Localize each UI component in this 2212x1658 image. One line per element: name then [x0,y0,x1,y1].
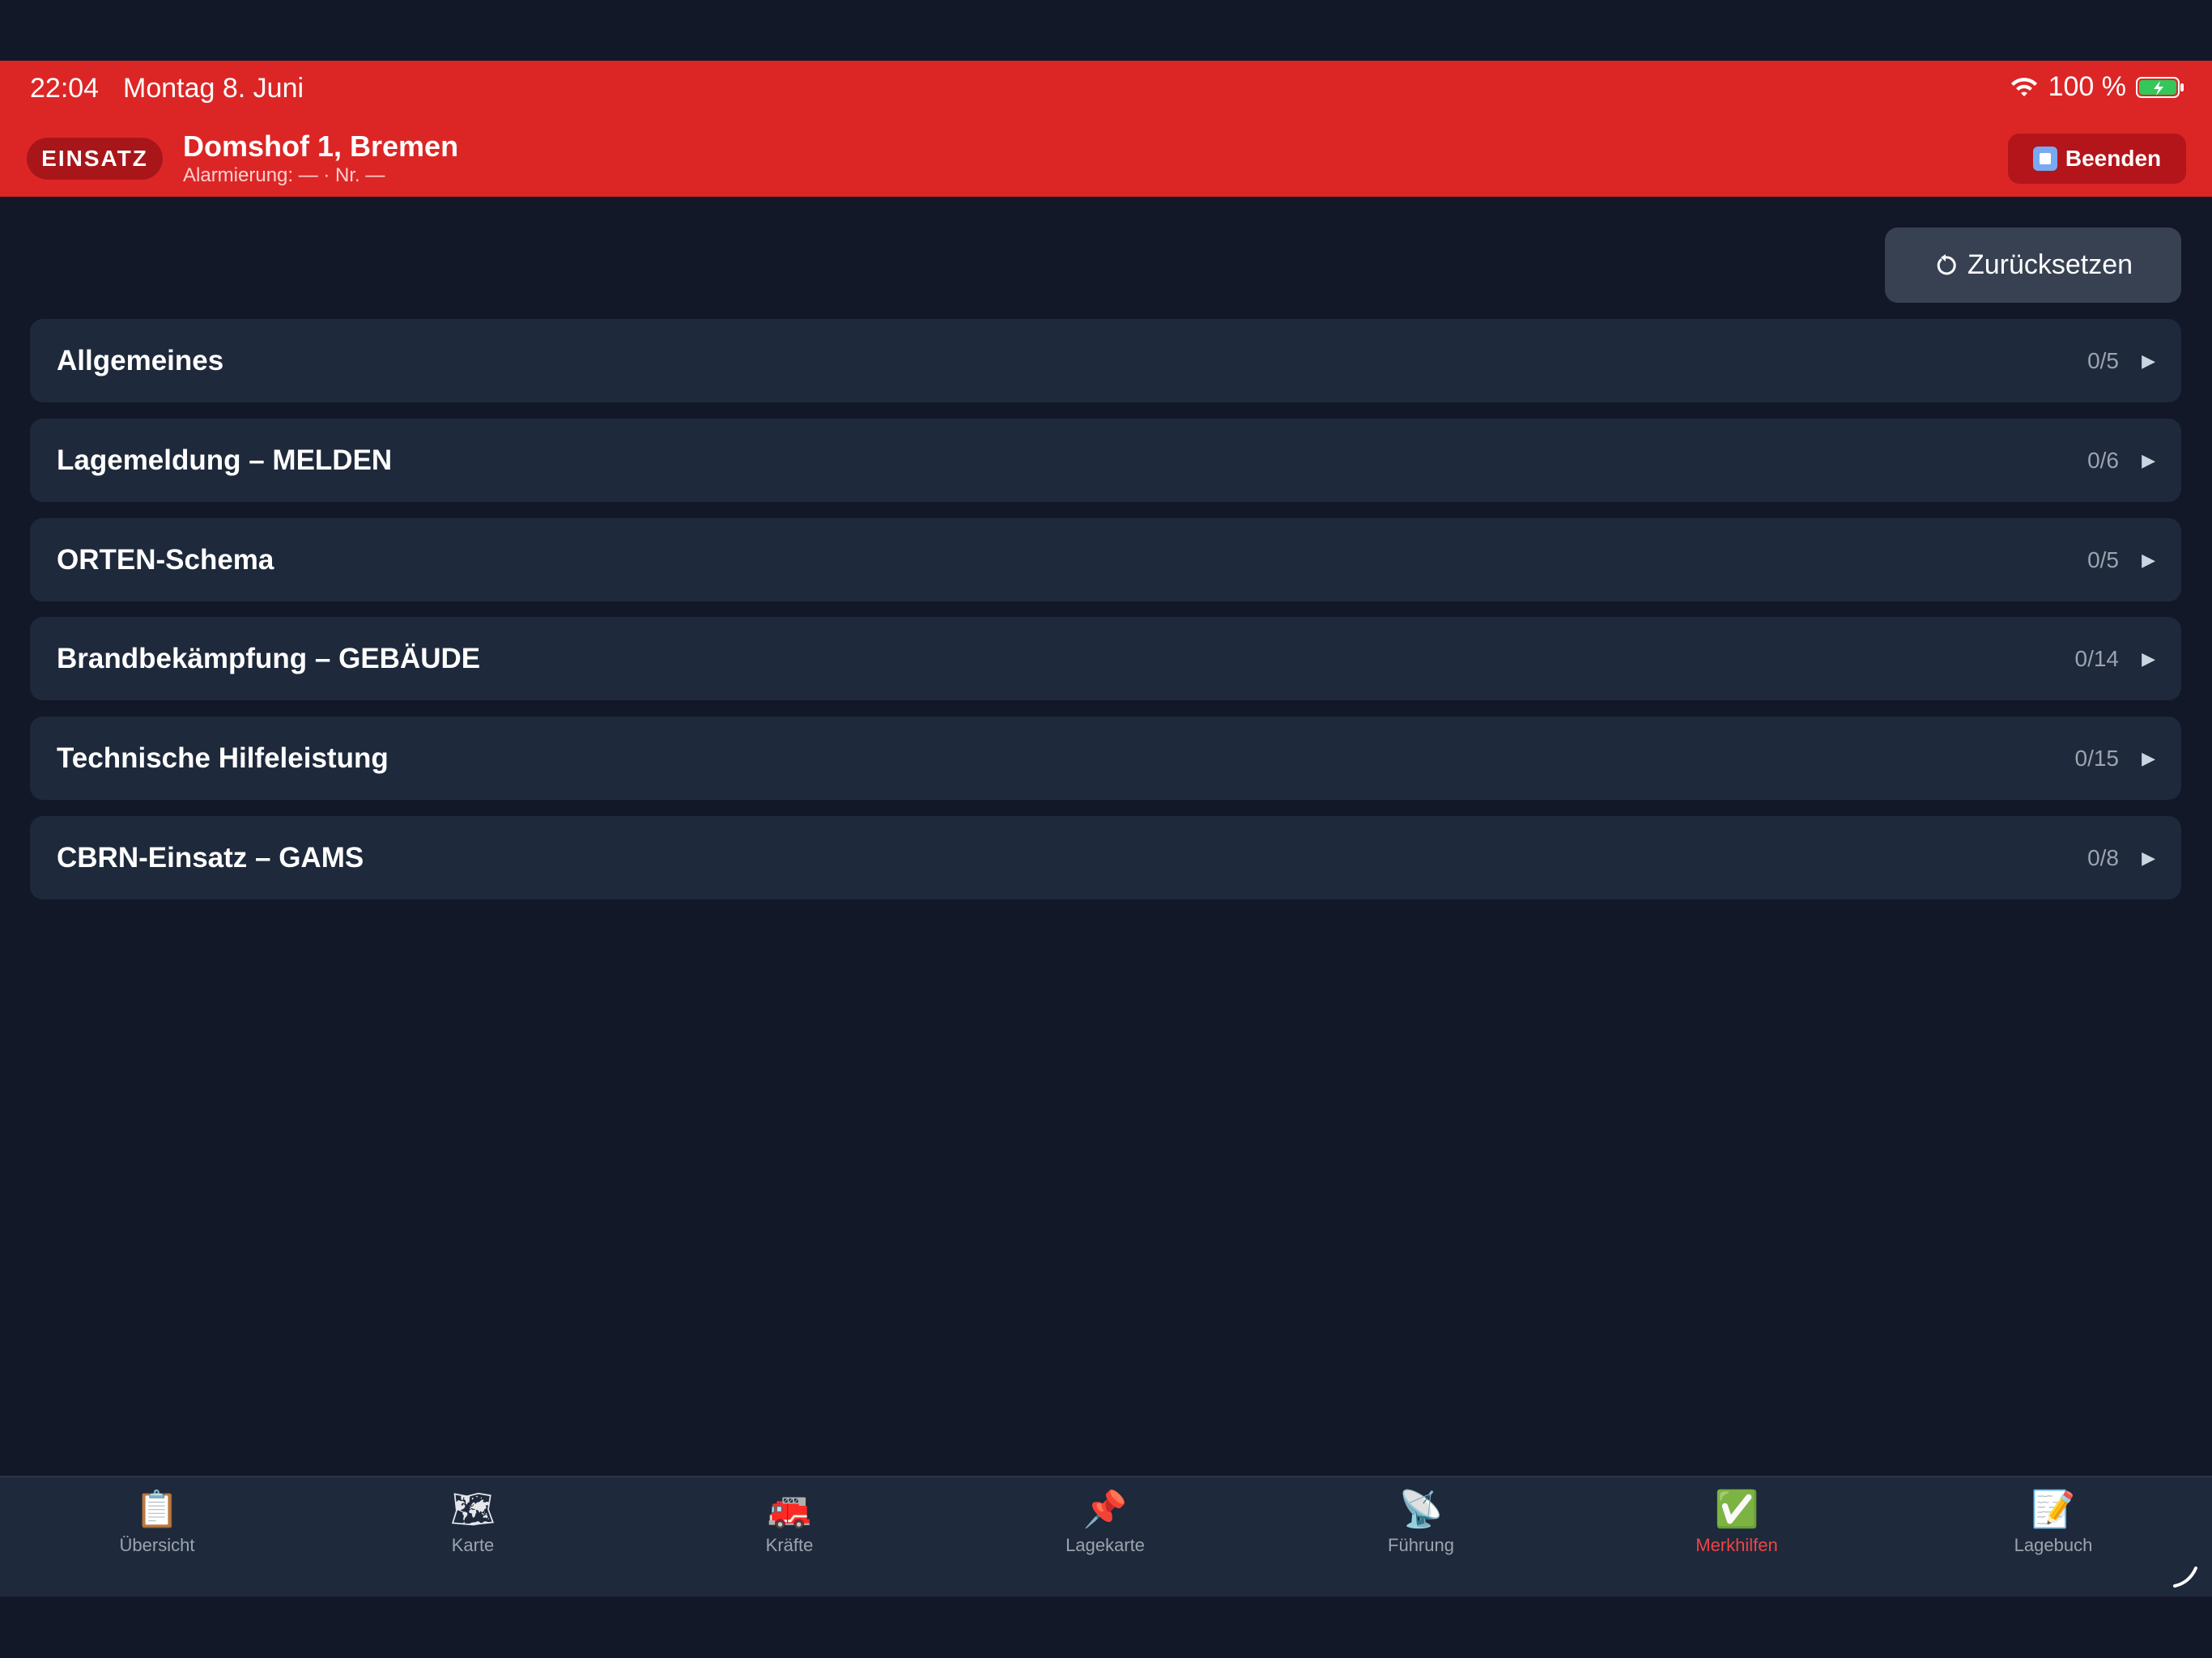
section-progress: 0/14 [2074,645,2120,671]
status-date: Montag 8. Juni [123,73,304,104]
expand-arrow-icon: ▶ [2142,847,2155,868]
check-mark-icon: ✅ [1714,1489,1759,1530]
section-progress: 0/5 [2087,546,2119,572]
section-title: Technische Hilfeleistung [57,742,389,774]
einsatz-badge: EINSATZ [27,138,163,180]
tab-lagekarte[interactable]: 📌 Lagekarte [1004,1490,1206,1587]
section-allgemeines[interactable]: Allgemeines 0/5 ▶ [30,319,2181,402]
end-mission-label: Beenden [2065,146,2162,171]
bottom-safe-area [0,1596,2212,1658]
tab-label: Lagebuch [2014,1535,2093,1555]
section-progress: 0/6 [2087,447,2119,473]
tab-merkhilfen[interactable]: ✅ Merkhilfen [1636,1490,1838,1587]
expand-arrow-icon: ▶ [2142,449,2155,470]
tab-karte[interactable]: 🗺 Karte [372,1490,574,1587]
section-cbrn-einsatz[interactable]: CBRN-Einsatz – GAMS 0/8 ▶ [30,816,2181,899]
wifi-icon [2010,77,2037,96]
stop-icon [2032,147,2057,171]
end-mission-button[interactable]: Beenden [2008,134,2186,184]
section-orten-schema[interactable]: ORTEN-Schema 0/5 ▶ [30,518,2181,602]
clipboard-icon: 📋 [134,1489,180,1530]
map-icon: 🗺 [450,1489,496,1530]
reset-icon [1937,253,1956,274]
section-brandbekaempfung[interactable]: Brandbekämpfung – GEBÄUDE 0/14 ▶ [30,617,2181,700]
tab-label: Kräfte [765,1535,814,1555]
fire-engine-icon: 🚒 [767,1489,812,1530]
expand-arrow-icon: ▶ [2142,648,2155,669]
pushpin-icon: 📌 [1083,1489,1128,1530]
expand-arrow-icon: ▶ [2142,549,2155,570]
reset-button[interactable]: Zurücksetzen [1885,227,2181,303]
top-safe-area [0,0,2212,61]
tab-label: Karte [451,1535,495,1555]
tab-kraefte[interactable]: 🚒 Kräfte [688,1490,891,1587]
section-title: ORTEN-Schema [57,543,274,576]
satellite-dish-icon: 📡 [1398,1489,1444,1530]
tab-uebersicht[interactable]: 📋 Übersicht [56,1490,258,1587]
section-title: CBRN-Einsatz – GAMS [57,841,364,874]
battery-percent: 100 % [2048,71,2126,102]
status-indicators: 100 % [2010,71,2184,103]
tab-fuehrung[interactable]: 📡 Führung [1320,1490,1522,1587]
resize-handle-icon[interactable] [2170,1558,2202,1591]
mission-address: Domshof 1, Bremen [183,130,459,163]
section-technische-hilfeleistung[interactable]: Technische Hilfeleistung 0/15 ▶ [30,716,2181,800]
tab-label: Lagekarte [1066,1535,1145,1555]
tab-lagebuch[interactable]: 📝 Lagebuch [1952,1490,2155,1587]
tab-bar: 📋 Übersicht 🗺 Karte 🚒 Kräfte 📌 Lagekarte… [0,1476,2212,1598]
section-progress: 0/15 [2074,745,2120,771]
status-time: 22:04 [30,73,100,104]
tab-label: Übersicht [119,1535,195,1555]
expand-arrow-icon: ▶ [2142,747,2155,768]
alarm-info: Alarmierung: — · Nr. — [183,164,385,186]
section-title: Allgemeines [57,344,224,376]
expand-arrow-icon: ▶ [2142,350,2155,371]
section-lagemeldung[interactable]: Lagemeldung – MELDEN 0/6 ▶ [30,419,2181,502]
reset-label: Zurücksetzen [1967,249,2133,280]
section-progress: 0/8 [2087,844,2119,870]
memo-icon: 📝 [2031,1489,2076,1530]
section-title: Brandbekämpfung – GEBÄUDE [57,642,481,674]
section-progress: 0/5 [2087,347,2119,373]
battery-charging-icon [2136,76,2184,98]
section-title: Lagemeldung – MELDEN [57,444,393,476]
tab-label: Führung [1388,1535,1454,1555]
tab-label: Merkhilfen [1695,1535,1778,1555]
